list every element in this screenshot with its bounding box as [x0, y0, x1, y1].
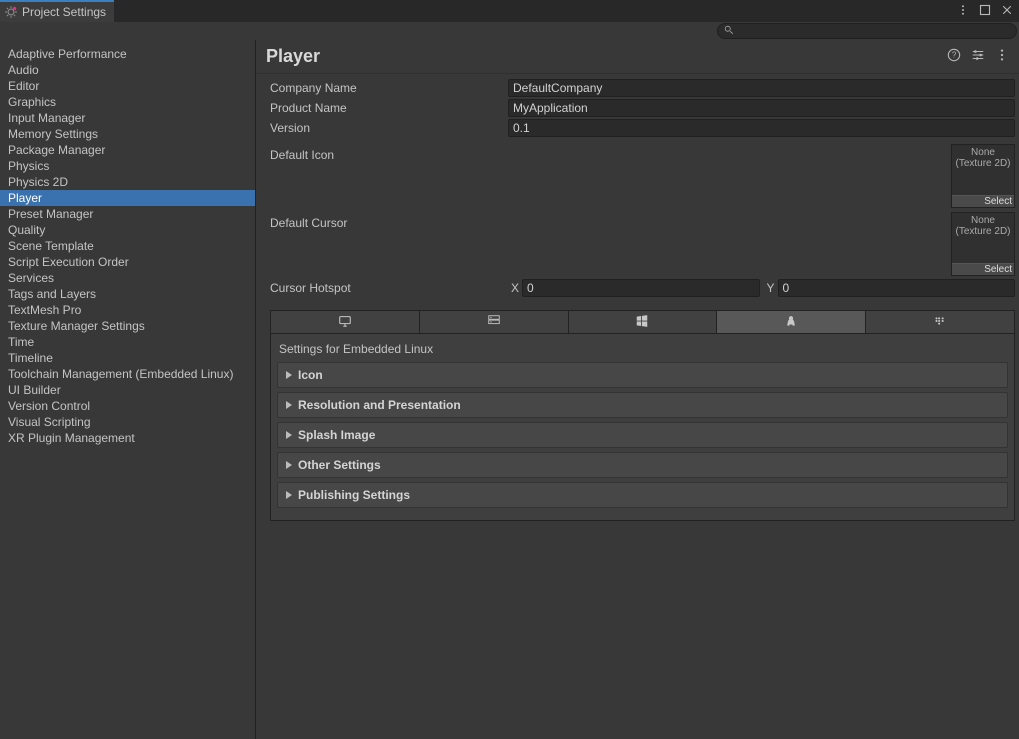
sidebar-item-physics[interactable]: Physics: [0, 158, 255, 174]
platform-tab-blackberry[interactable]: [866, 311, 1014, 333]
version-field[interactable]: [508, 119, 1015, 137]
search-input[interactable]: [717, 23, 1017, 39]
y-label: Y: [764, 281, 778, 295]
sidebar-item-script-execution-order[interactable]: Script Execution Order: [0, 254, 255, 270]
sidebar-item-visual-scripting[interactable]: Visual Scripting: [0, 414, 255, 430]
sidebar-item-ui-builder[interactable]: UI Builder: [0, 382, 255, 398]
foldout-icon[interactable]: Icon: [277, 362, 1008, 388]
sidebar-item-time[interactable]: Time: [0, 334, 255, 350]
sidebar-item-preset-manager[interactable]: Preset Manager: [0, 206, 255, 222]
sidebar-item-xr-plugin-management[interactable]: XR Plugin Management: [0, 430, 255, 446]
foldout-splash-image[interactable]: Splash Image: [277, 422, 1008, 448]
texture-type-label: (Texture 2D): [955, 158, 1010, 169]
sidebar-item-adaptive-performance[interactable]: Adaptive Performance: [0, 46, 255, 62]
company-name-field[interactable]: [508, 79, 1015, 97]
company-name-label: Company Name: [270, 81, 508, 95]
sidebar-item-textmesh-pro[interactable]: TextMesh Pro: [0, 302, 255, 318]
main-panel: Player ? Company Name Product Name Versi…: [256, 40, 1019, 739]
svg-text:?: ?: [952, 51, 957, 60]
chevron-right-icon: [286, 371, 292, 379]
close-icon[interactable]: [1001, 4, 1013, 19]
chevron-right-icon: [286, 491, 292, 499]
foldout-label: Publishing Settings: [298, 488, 410, 502]
sidebar-item-package-manager[interactable]: Package Manager: [0, 142, 255, 158]
product-name-field[interactable]: [508, 99, 1015, 117]
sidebar-item-services[interactable]: Services: [0, 270, 255, 286]
sidebar-item-tags-and-layers[interactable]: Tags and Layers: [0, 286, 255, 302]
select-button[interactable]: Select: [952, 263, 1014, 275]
kebab-icon[interactable]: [957, 4, 969, 19]
help-icon[interactable]: ?: [947, 48, 961, 65]
sidebar-item-audio[interactable]: Audio: [0, 62, 255, 78]
sidebar-item-input-manager[interactable]: Input Manager: [0, 110, 255, 126]
sidebar-item-texture-manager-settings[interactable]: Texture Manager Settings: [0, 318, 255, 334]
linux-icon: [784, 314, 798, 331]
x-label: X: [508, 281, 522, 295]
default-icon-label: Default Icon: [270, 144, 508, 208]
sliders-icon[interactable]: [971, 48, 985, 65]
search-icon: [724, 24, 734, 38]
foldout-label: Icon: [298, 368, 323, 382]
platform-tab-embedded-linux[interactable]: [717, 311, 866, 333]
foldout-other-settings[interactable]: Other Settings: [277, 452, 1008, 478]
cursor-hotspot-y-field[interactable]: [778, 279, 1016, 297]
maximize-icon[interactable]: [979, 4, 991, 19]
sidebar-item-scene-template[interactable]: Scene Template: [0, 238, 255, 254]
platform-tab-server[interactable]: [420, 311, 569, 333]
texture-none-label: None: [971, 215, 995, 226]
version-label: Version: [270, 121, 508, 135]
default-icon-slot[interactable]: None (Texture 2D) Select: [951, 144, 1015, 208]
texture-none-label: None: [971, 147, 995, 158]
server-icon: [487, 314, 501, 331]
chevron-right-icon: [286, 401, 292, 409]
chevron-right-icon: [286, 431, 292, 439]
sidebar-item-physics-2d[interactable]: Physics 2D: [0, 174, 255, 190]
sidebar-item-graphics[interactable]: Graphics: [0, 94, 255, 110]
sidebar-item-quality[interactable]: Quality: [0, 222, 255, 238]
window-tab[interactable]: Project Settings: [0, 0, 114, 22]
gear-icon: [4, 5, 18, 19]
cursor-hotspot-x-field[interactable]: [522, 279, 760, 297]
foldout-label: Splash Image: [298, 428, 375, 442]
select-button[interactable]: Select: [952, 195, 1014, 207]
kebab-icon[interactable]: [995, 48, 1009, 65]
monitor-icon: [338, 314, 352, 331]
sidebar-item-editor[interactable]: Editor: [0, 78, 255, 94]
page-title: Player: [266, 46, 947, 67]
search-bar: [0, 22, 1019, 40]
foldout-label: Resolution and Presentation: [298, 398, 461, 412]
window-title: Project Settings: [22, 5, 106, 19]
blackberry-icon: [933, 314, 947, 331]
foldout-publishing-settings[interactable]: Publishing Settings: [277, 482, 1008, 508]
platform-tabs: [270, 310, 1015, 333]
cursor-hotspot-label: Cursor Hotspot: [270, 281, 508, 295]
foldout-label: Other Settings: [298, 458, 381, 472]
platform-panel-title: Settings for Embedded Linux: [277, 338, 1008, 362]
sidebar-item-version-control[interactable]: Version Control: [0, 398, 255, 414]
default-cursor-slot[interactable]: None (Texture 2D) Select: [951, 212, 1015, 276]
sidebar-item-player[interactable]: Player: [0, 190, 255, 206]
platform-tab-standalone[interactable]: [271, 311, 420, 333]
sidebar-item-toolchain-management[interactable]: Toolchain Management (Embedded Linux): [0, 366, 255, 382]
title-bar: Project Settings: [0, 0, 1019, 22]
sidebar: Adaptive Performance Audio Editor Graphi…: [0, 40, 256, 739]
default-cursor-label: Default Cursor: [270, 212, 508, 276]
foldout-resolution[interactable]: Resolution and Presentation: [277, 392, 1008, 418]
windows-icon: [635, 314, 649, 331]
platform-tab-windows[interactable]: [569, 311, 718, 333]
sidebar-item-memory-settings[interactable]: Memory Settings: [0, 126, 255, 142]
sidebar-item-timeline[interactable]: Timeline: [0, 350, 255, 366]
texture-type-label: (Texture 2D): [955, 226, 1010, 237]
platform-panel: Settings for Embedded Linux Icon Resolut…: [270, 333, 1015, 521]
product-name-label: Product Name: [270, 101, 508, 115]
chevron-right-icon: [286, 461, 292, 469]
